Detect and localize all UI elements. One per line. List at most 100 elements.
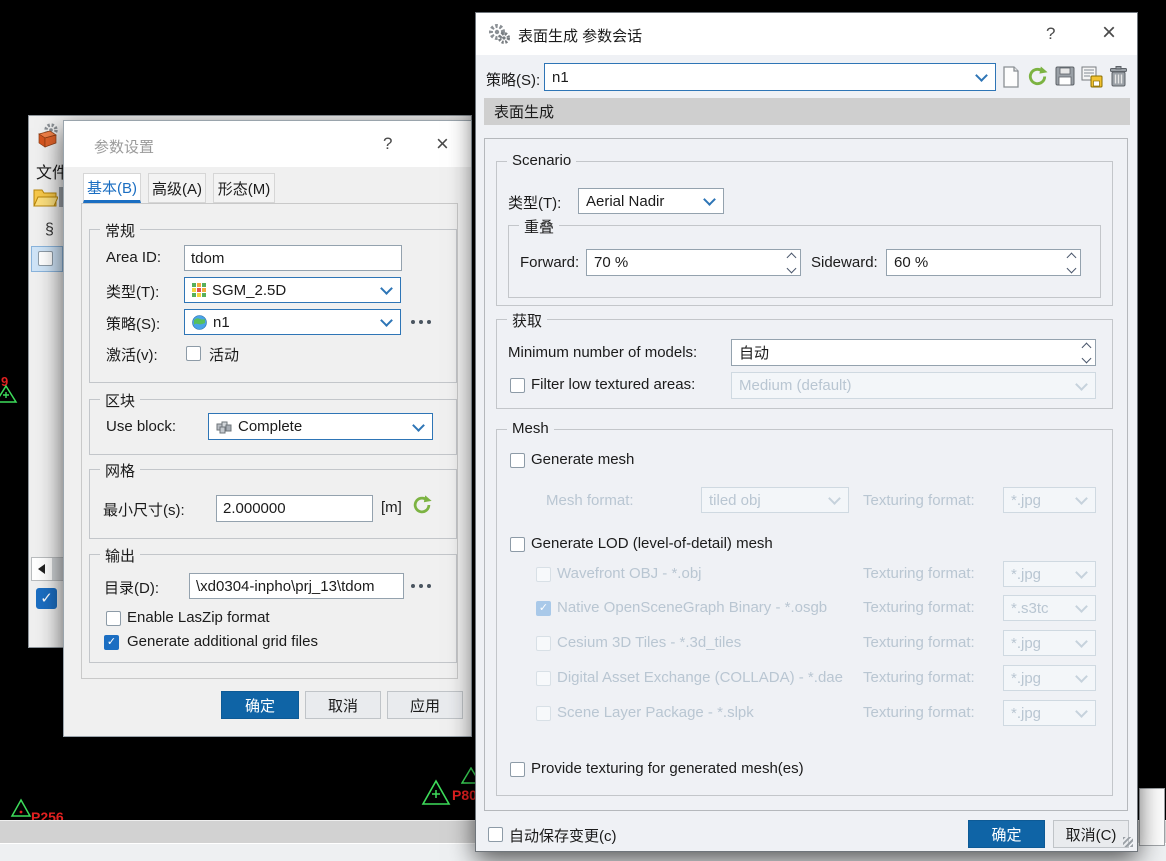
save-icon[interactable] (1054, 65, 1076, 87)
help-button[interactable]: ? (1046, 24, 1055, 44)
overlap-group-title: 重叠 (519, 216, 559, 237)
autosave-checkbox[interactable] (488, 827, 503, 842)
app-cube-icon (35, 123, 61, 149)
use-block-combobox[interactable]: Complete (208, 413, 433, 440)
generate-lod-label: Generate LOD (level-of-detail) mesh (531, 535, 773, 552)
provide-texturing-checkbox[interactable] (510, 762, 525, 777)
surface-generation-tab[interactable]: 表面生成 (484, 98, 1130, 125)
type-value: SGM_2.5D (212, 282, 286, 299)
lod-osgb-texturing-combobox: *.s3tc (1003, 595, 1096, 621)
filter-low-textured-label: Filter low textured areas: (531, 376, 695, 393)
ok-button-label: 确定 (245, 695, 275, 716)
lod-slpk-texturing-combobox: *.jpg (1003, 700, 1096, 726)
resize-grip[interactable] (1123, 837, 1133, 847)
laszip-label: Enable LasZip format (127, 609, 270, 626)
sideward-spinbox[interactable]: 60 % (886, 249, 1081, 276)
selected-row[interactable] (31, 246, 63, 272)
ok-button-label: 确定 (991, 824, 1021, 845)
directory-browse-button[interactable] (411, 584, 431, 588)
strategy-value: n1 (213, 314, 230, 331)
cancel-button[interactable]: 取消 (305, 691, 381, 719)
gear-icon (487, 22, 511, 46)
cancel-button[interactable]: 取消(C) (1053, 820, 1129, 848)
lod-collada-label: Digital Asset Exchange (COLLADA) - *.dae (557, 669, 843, 686)
area-id-label: Area ID: (106, 249, 161, 266)
texturing-format-label: Texturing format: (863, 599, 975, 616)
close-button[interactable]: × (1102, 19, 1116, 47)
min-models-label: Minimum number of models: (508, 344, 697, 361)
filter-low-textured-checkbox[interactable] (510, 378, 525, 393)
lod-cesium-checkbox (536, 636, 551, 651)
grid-group-title: 网格 (100, 460, 140, 481)
section-symbol: § (45, 221, 54, 239)
triangle-marker-icon (0, 384, 18, 404)
strategy-label: 策略(S): (106, 313, 160, 334)
lod-cesium-texturing-value: *.jpg (1011, 635, 1041, 652)
lod-slpk-label: Scene Layer Package - *.slpk (557, 704, 754, 721)
close-button[interactable]: × (436, 131, 449, 157)
use-block-label: Use block: (106, 418, 176, 435)
hscrollbar-piece[interactable] (31, 557, 63, 581)
filter-level-combobox: Medium (default) (731, 372, 1096, 399)
chevron-down-icon (1075, 670, 1088, 683)
tab-morphology[interactable]: 形态(M) (213, 173, 275, 203)
active-checkbox[interactable] (186, 346, 201, 361)
spinner-arrows-icon[interactable] (1068, 254, 1075, 272)
save-as-icon[interactable] (1080, 65, 1104, 88)
delete-icon[interactable] (1108, 65, 1129, 88)
texturing-format-label: Texturing format: (863, 669, 975, 686)
scenario-type-value: Aerial Nadir (586, 193, 664, 210)
strategy-combobox[interactable]: n1 (544, 63, 996, 91)
tab-basic[interactable]: 基本(B) (83, 173, 141, 203)
general-group-title: 常规 (100, 220, 140, 241)
scroll-left-arrow-icon[interactable] (38, 564, 45, 574)
spinner-arrows-icon[interactable] (788, 254, 795, 272)
min-models-spinbox[interactable]: 自动 (731, 339, 1096, 366)
directory-input[interactable] (189, 573, 404, 599)
generate-mesh-checkbox[interactable] (510, 453, 525, 468)
row-checkbox[interactable] (38, 251, 53, 266)
apply-button-label: 应用 (410, 695, 440, 716)
forward-spinbox[interactable]: 70 % (586, 249, 801, 276)
strategy-combobox[interactable]: n1 (184, 309, 401, 335)
unit-label: [m] (381, 499, 402, 516)
strategy-value: n1 (552, 69, 569, 86)
lod-collada-texturing-combobox: *.jpg (1003, 665, 1096, 691)
point-label-p80: P80 (452, 787, 477, 803)
apply-button[interactable]: 应用 (387, 691, 463, 719)
mesh-format-label: Mesh format: (546, 492, 634, 509)
help-button[interactable]: ? (383, 134, 392, 154)
spinner-arrows-icon[interactable] (1083, 344, 1090, 362)
cancel-button-label: 取消(C) (1066, 824, 1117, 845)
chevron-down-icon (1075, 635, 1088, 648)
lod-collada-checkbox (536, 671, 551, 686)
active-checkbox-label: 活动 (209, 344, 239, 365)
type-combobox[interactable]: SGM_2.5D (184, 277, 401, 303)
ok-button[interactable]: 确定 (968, 820, 1045, 848)
lod-osgb-texturing-value: *.s3tc (1011, 600, 1049, 617)
min-size-input[interactable] (216, 495, 373, 522)
refresh-icon[interactable] (411, 494, 433, 516)
generate-lod-checkbox[interactable] (510, 537, 525, 552)
open-folder-icon[interactable] (32, 186, 58, 208)
area-id-input[interactable] (184, 245, 402, 271)
tab-advanced[interactable]: 高级(A) (148, 173, 206, 203)
texturing-format-label: Texturing format: (863, 492, 975, 509)
forward-label: Forward: (520, 254, 579, 271)
layer-checkbox[interactable] (36, 588, 57, 609)
chevron-down-icon (975, 69, 988, 82)
gridfiles-checkbox[interactable] (104, 635, 119, 650)
new-document-icon[interactable] (1000, 65, 1022, 89)
ok-button[interactable]: 确定 (221, 691, 299, 719)
lod-cesium-label: Cesium 3D Tiles - *.3d_tiles (557, 634, 741, 651)
refresh-icon[interactable] (1026, 65, 1049, 88)
mesh-group-title: Mesh (507, 420, 554, 437)
chevron-down-icon (380, 314, 393, 327)
mesh-format-value: tiled obj (709, 492, 761, 509)
laszip-checkbox[interactable] (106, 611, 121, 626)
chevron-down-icon (380, 282, 393, 295)
strategy-browse-button[interactable] (411, 320, 431, 324)
lod-collada-texturing-value: *.jpg (1011, 670, 1041, 687)
scenario-type-combobox[interactable]: Aerial Nadir (578, 188, 724, 214)
forward-value: 70 % (594, 254, 628, 271)
